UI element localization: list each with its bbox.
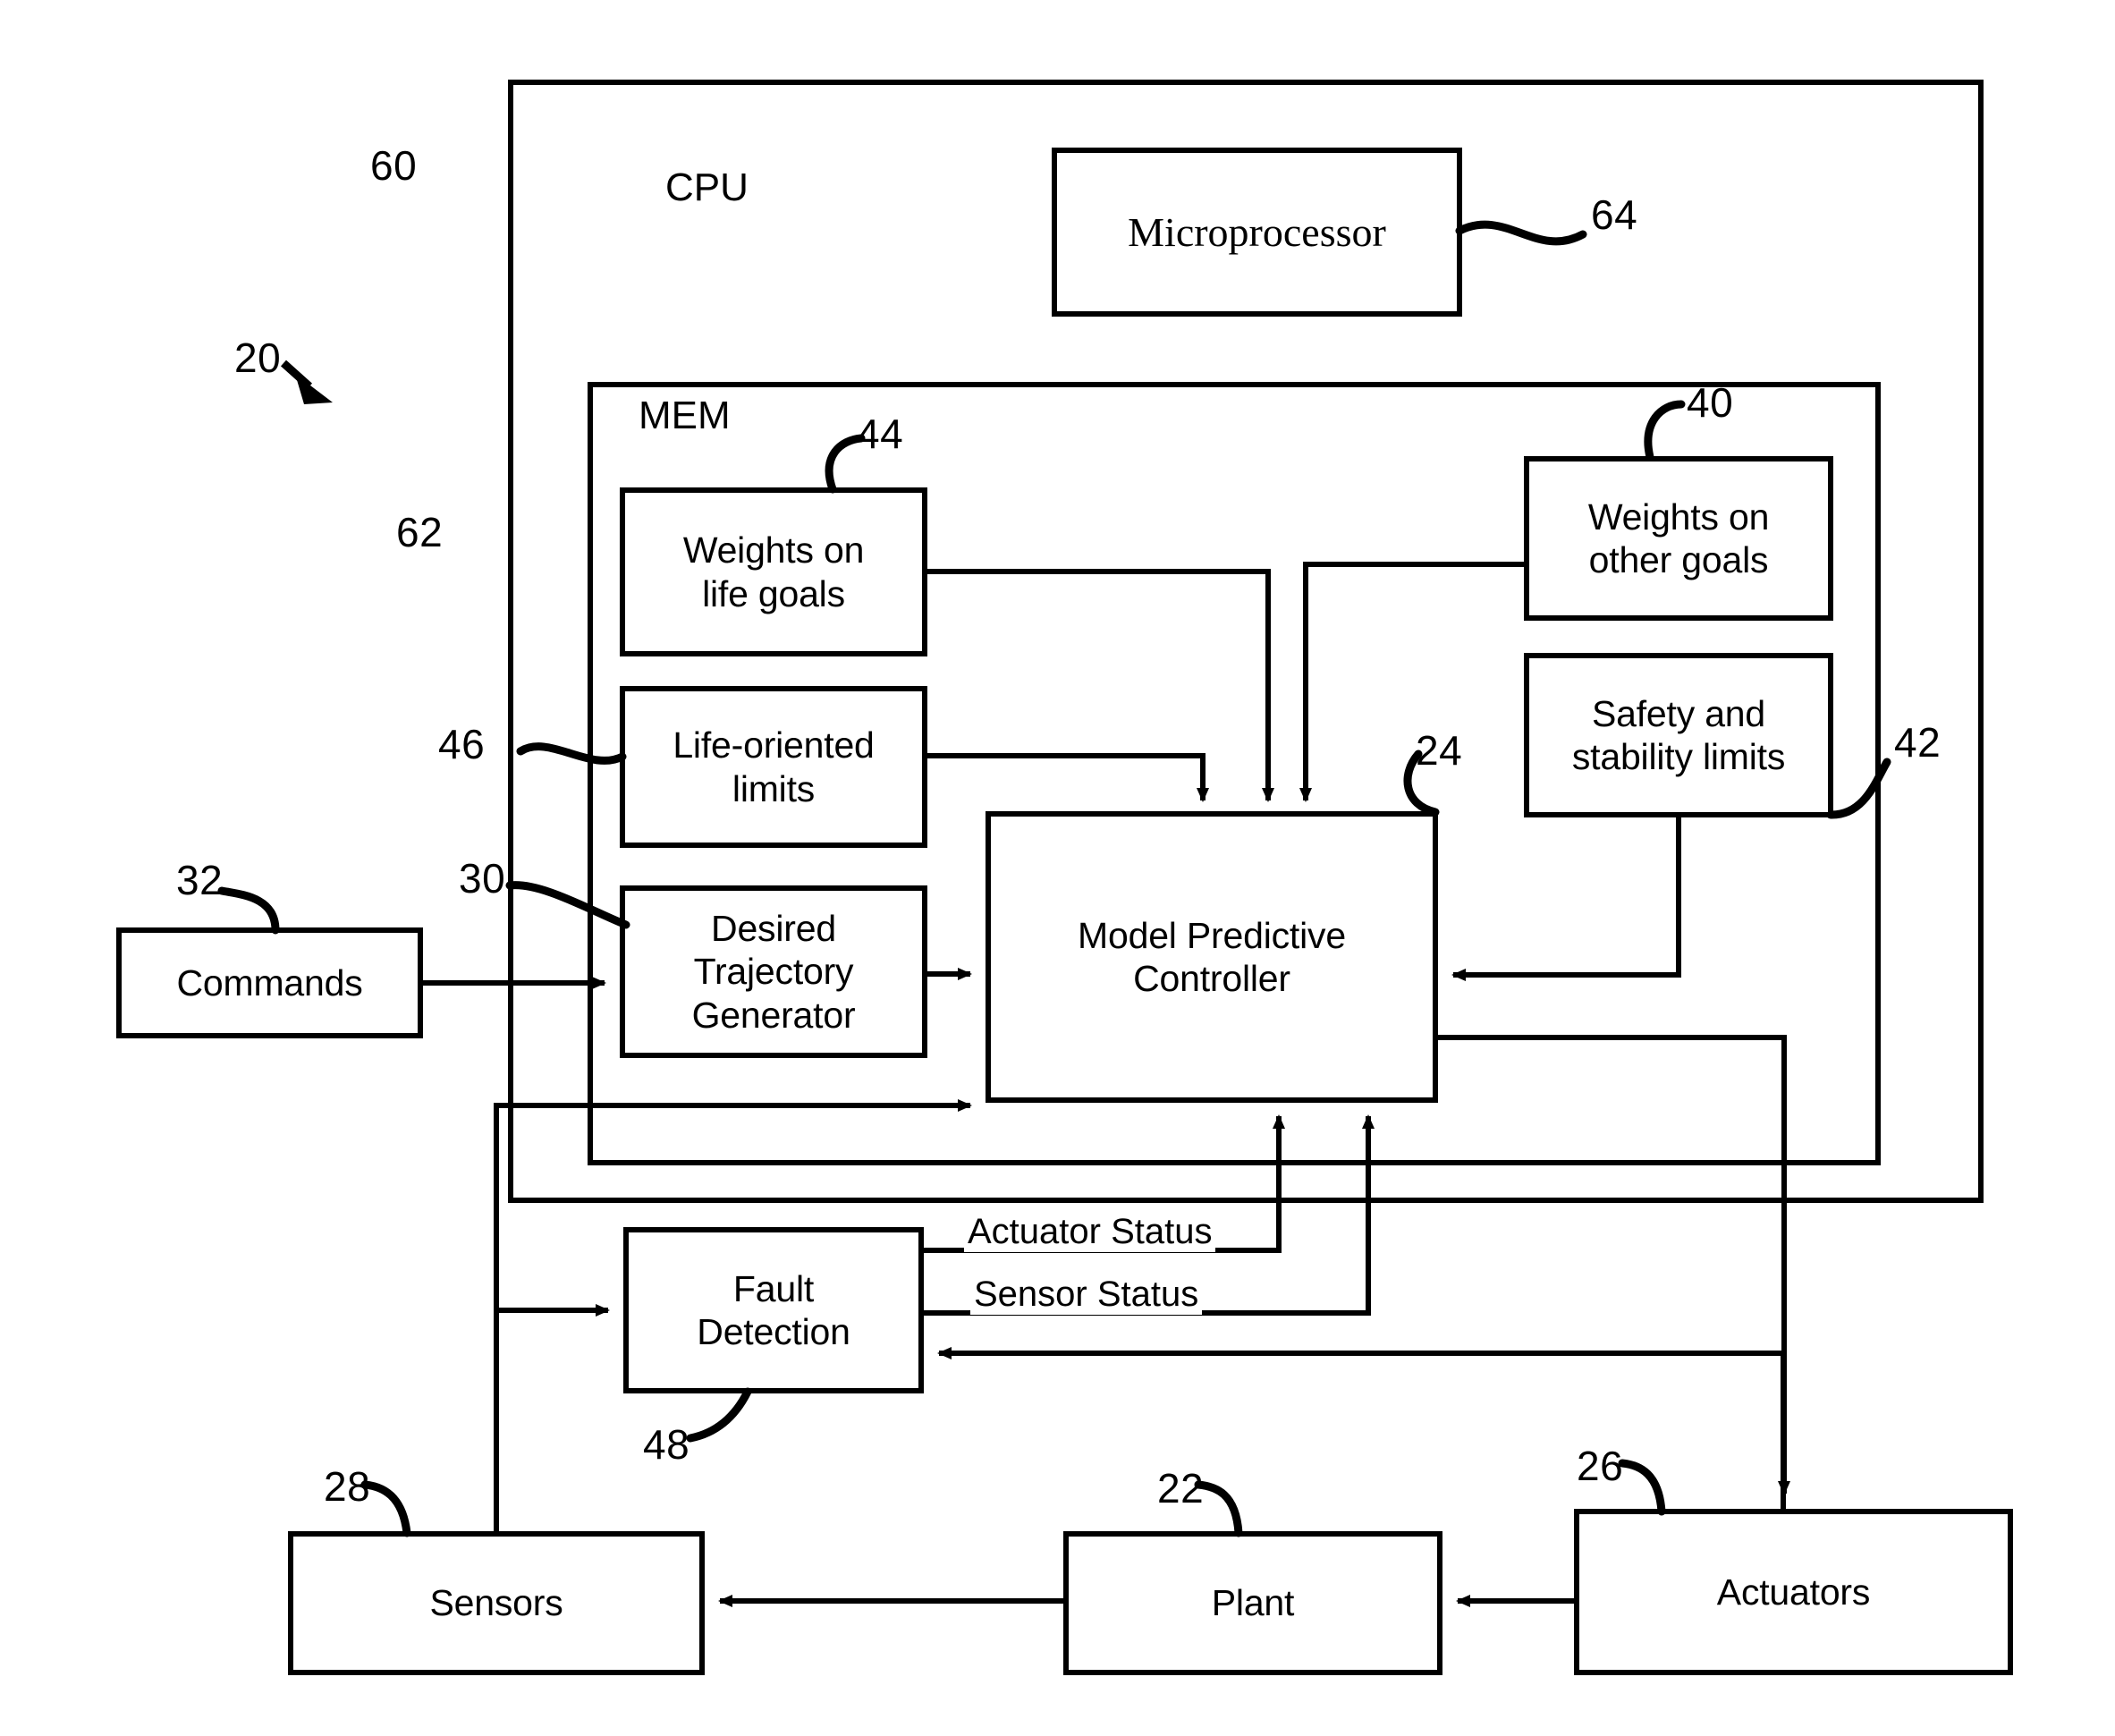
weights-life-goals-box xyxy=(620,487,927,656)
sensor-status-label: Sensor Status xyxy=(970,1274,1203,1315)
wire-sensors-to-mpc xyxy=(494,1099,972,1534)
leader-line-40 xyxy=(1644,400,1686,462)
life-oriented-limits-box xyxy=(620,686,927,848)
ref-numeral-60: 60 xyxy=(370,142,418,189)
ref-numeral-20: 20 xyxy=(234,334,282,381)
desired-trajectory-generator-box xyxy=(620,885,927,1058)
leader-line-30 xyxy=(505,881,630,929)
ref-numeral-22: 22 xyxy=(1157,1465,1205,1512)
ref-numeral-40: 40 xyxy=(1687,379,1734,426)
wire-weights-life-to-mpc xyxy=(925,569,1274,802)
leader-line-48 xyxy=(686,1387,752,1443)
wire-life-limits-to-mpc xyxy=(925,753,1209,802)
sensors-box xyxy=(288,1531,705,1675)
ref-numeral-24: 24 xyxy=(1416,727,1463,774)
weights-other-goals-box xyxy=(1524,456,1833,621)
commands-box xyxy=(116,927,423,1038)
microprocessor-label: Microprocessor xyxy=(1128,209,1386,255)
ref-numeral-32: 32 xyxy=(176,857,224,903)
ref-numeral-62: 62 xyxy=(396,509,444,555)
model-predictive-controller-box xyxy=(986,811,1438,1103)
fault-detection-box xyxy=(623,1227,924,1393)
ref-numeral-26: 26 xyxy=(1577,1443,1624,1489)
leader-line-46 xyxy=(516,742,627,765)
safety-stability-limits-box xyxy=(1524,653,1833,817)
ref-numeral-28: 28 xyxy=(324,1463,371,1510)
mem-container-border xyxy=(588,382,1881,1165)
wire-mpc-to-actuators xyxy=(1435,1035,1790,1495)
leader-line-28 xyxy=(360,1480,411,1537)
leader-line-32 xyxy=(217,886,280,935)
ref-numeral-42: 42 xyxy=(1894,719,1942,766)
ref-numeral-44: 44 xyxy=(857,411,904,457)
leader-line-22 xyxy=(1194,1480,1243,1537)
cpu-container-label: CPU xyxy=(665,165,749,209)
leader-line-64 xyxy=(1455,220,1587,246)
leader-arrow-20 xyxy=(295,374,333,404)
ref-numeral-30: 30 xyxy=(459,855,506,902)
plant-box xyxy=(1063,1531,1442,1675)
mem-container-label: MEM xyxy=(639,394,731,437)
actuator-status-label: Actuator Status xyxy=(964,1212,1216,1252)
ref-numeral-48: 48 xyxy=(643,1421,690,1468)
leader-line-26 xyxy=(1618,1459,1666,1516)
wire-safety-limits-to-mpc xyxy=(1451,815,1681,981)
figure-canvas: CPU MEM Microprocessor Weights on life g… xyxy=(0,0,2115,1736)
ref-numeral-46: 46 xyxy=(438,721,486,767)
actuators-box xyxy=(1574,1509,2013,1675)
ref-numeral-64: 64 xyxy=(1591,191,1638,238)
